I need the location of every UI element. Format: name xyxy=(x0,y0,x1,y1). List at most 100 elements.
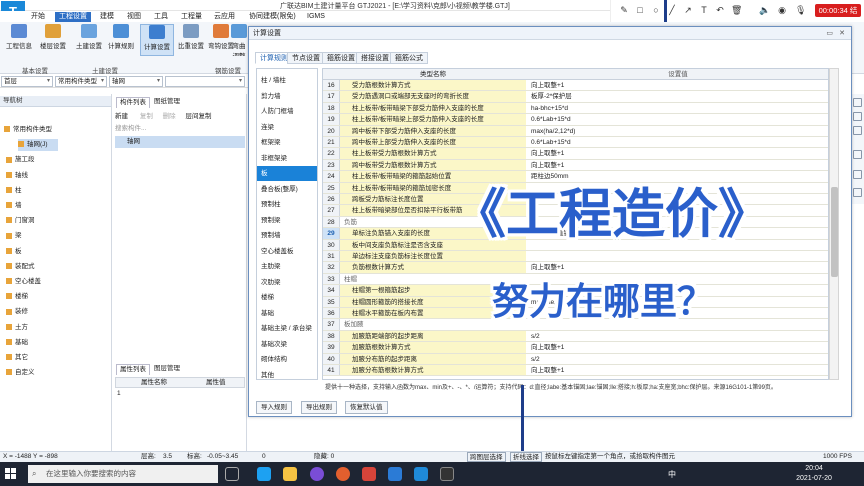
table-row[interactable]: 17 受力筋遇洞口或端部无支座时的弯折长度 板厚-2*保护层 xyxy=(323,91,828,103)
scrollbar-thumb[interactable] xyxy=(831,187,838,277)
category-item[interactable]: 基础主梁 / 承台梁 xyxy=(261,321,312,336)
tab-node-settings[interactable]: 节点设置 xyxy=(287,52,325,64)
table-row[interactable]: 31 单边标注支座负筋标注长度位置 xyxy=(323,251,828,263)
category-item[interactable]: 空心楼盖板 xyxy=(261,244,294,259)
copy-button[interactable]: 复制 xyxy=(140,113,153,120)
pen-icon[interactable]: ✎ xyxy=(619,5,629,15)
category-item[interactable]: 板 xyxy=(257,166,317,181)
rectangle-icon[interactable]: □ xyxy=(635,5,645,15)
text-icon[interactable]: T xyxy=(699,5,709,15)
menu-tools[interactable]: 工具 xyxy=(150,12,172,22)
tab-component-list[interactable]: 构件列表 xyxy=(116,97,150,108)
table-row[interactable]: 41 加腋分布筋根数计算方式 向上取整+1 xyxy=(323,365,828,377)
row-value[interactable]: 向上取整+1 xyxy=(528,148,828,158)
menu-collab[interactable]: 协同建模(限免) xyxy=(245,12,300,22)
type-select[interactable]: 常用构件类型 xyxy=(55,76,107,87)
row-value[interactable]: 向上取整+1 xyxy=(528,365,828,375)
zoom-icon[interactable] xyxy=(853,150,862,159)
extra-select[interactable] xyxy=(165,76,245,87)
polyline-select-button[interactable]: 折线选择 xyxy=(510,452,542,462)
volume-icon[interactable]: 🔈 xyxy=(759,5,770,15)
menu-quantities[interactable]: 工程量 xyxy=(177,12,206,22)
gtj-app-icon[interactable] xyxy=(414,467,428,481)
line-icon[interactable]: ╱ xyxy=(667,5,677,15)
category-item[interactable]: 人防门框墙 xyxy=(261,104,294,119)
table-row[interactable]: 32 负筋根数计算方式 向上取整+1 xyxy=(323,262,828,274)
import-rules-button[interactable]: 导入规则 xyxy=(256,401,292,414)
calc-rules-button[interactable]: 计算规则 xyxy=(104,24,138,56)
minimize-icon[interactable]: ▭ xyxy=(826,27,833,40)
row-value[interactable] xyxy=(528,251,828,261)
table-row[interactable]: 20 跨中板带下部受力筋伸入支座的长度 max(ha/2,12*d) xyxy=(323,125,828,137)
nav-item[interactable]: 自定义 xyxy=(6,367,106,379)
bend-adjust-button[interactable]: 弯曲调整值 xyxy=(230,24,248,56)
nav-item[interactable]: 其它 xyxy=(6,352,106,364)
table-row[interactable]: 39 加腋筋根数计算方式 向上取整+1 xyxy=(323,342,828,354)
civil-settings-button[interactable]: 土建设置 xyxy=(72,24,106,56)
row-value[interactable]: 向上取整+1 xyxy=(528,160,828,170)
row-value[interactable]: 0.6*Lab+15*d xyxy=(528,137,828,147)
row-value[interactable]: ha-bhc+15*d xyxy=(528,103,828,113)
nav-item[interactable]: 施工段 xyxy=(6,154,106,166)
camera-icon[interactable]: ◉ xyxy=(777,5,787,15)
circle-icon[interactable]: ○ xyxy=(651,5,661,15)
display-icon[interactable] xyxy=(853,126,862,135)
menu-start[interactable]: 开始 xyxy=(27,12,49,22)
menu-modeling[interactable]: 建模 xyxy=(96,12,118,22)
nav-item[interactable]: 门窗洞 xyxy=(6,215,106,227)
drawing-canvas[interactable] xyxy=(248,418,849,451)
grid-scrollbar[interactable] xyxy=(829,68,839,380)
nav-item[interactable]: 装修 xyxy=(6,306,106,318)
category-item[interactable]: 柱 / 墙柱 xyxy=(261,73,286,88)
new-button[interactable]: 新建 xyxy=(115,113,128,120)
export-rules-button[interactable]: 导出规则 xyxy=(301,401,337,414)
row-value[interactable]: 向上取整+1 xyxy=(528,80,828,90)
category-item[interactable]: 基础 xyxy=(261,306,274,321)
category-item[interactable]: 砌体结构 xyxy=(261,352,287,367)
delete-button[interactable]: 删除 xyxy=(163,113,176,120)
menu-project-settings[interactable]: 工程设置 xyxy=(55,12,91,22)
tab-layers[interactable]: 图层管理 xyxy=(151,364,183,375)
row-value[interactable]: 向上取整+1 xyxy=(528,262,828,272)
nav-item[interactable]: 装配式 xyxy=(6,261,106,273)
category-item[interactable]: 预制柱 xyxy=(261,197,281,212)
nav-item[interactable]: 板 xyxy=(6,246,106,258)
floor-settings-button[interactable]: 楼层设置 xyxy=(36,24,70,56)
tab-stirrup-settings[interactable]: 箍筋设置 xyxy=(322,52,360,64)
tab-stirrup-formula[interactable]: 箍筋公式 xyxy=(390,52,428,64)
tab-drawing-manage[interactable]: 图纸管理 xyxy=(151,97,183,108)
menu-igms[interactable]: IGMS xyxy=(303,12,329,22)
nav-item[interactable]: 柱 xyxy=(6,185,106,197)
trash-icon[interactable]: 🗑 xyxy=(731,5,742,15)
nav-item[interactable]: 常用构件类型 xyxy=(4,124,104,136)
row-value[interactable]: s/2 xyxy=(528,354,828,364)
category-item[interactable]: 预制墙 xyxy=(261,228,281,243)
row-value[interactable]: 向上取整+1 xyxy=(528,342,828,352)
project-info-button[interactable]: 工程信息 xyxy=(2,24,36,56)
app-purple-icon[interactable] xyxy=(310,467,324,481)
nav-item[interactable]: 梁 xyxy=(6,230,106,242)
row-value[interactable]: 0.6*Lab+15*d xyxy=(528,114,828,124)
category-item[interactable]: 框架梁 xyxy=(261,135,281,150)
nav-item[interactable]: 基础 xyxy=(6,337,106,349)
row-value[interactable]: max(ha/2,12*d) xyxy=(528,126,828,136)
nav-item[interactable]: 空心楼盖 xyxy=(6,276,106,288)
component-item[interactable]: 轴网 xyxy=(115,136,245,148)
nav-item[interactable]: 墙 xyxy=(6,200,106,212)
menu-cloud[interactable]: 云应用 xyxy=(210,12,239,22)
taskbar-search-input[interactable]: 在这里输入你要搜索的内容 xyxy=(28,465,218,483)
edge-icon[interactable] xyxy=(257,467,271,481)
table-row[interactable]: 19 柱上板带/板带暗梁上部受力筋伸入支座的长度 0.6*Lab+15*d xyxy=(323,114,828,126)
ime-indicator[interactable]: 中 xyxy=(668,469,676,480)
layer-icon[interactable] xyxy=(853,112,862,121)
table-row[interactable]: 18 柱上板带/板带暗梁下部受力筋伸入支座的长度 ha-bhc+15*d xyxy=(323,102,828,115)
table-row[interactable]: 23 跨中板带受力筋根数计算方式 向上取整+1 xyxy=(323,159,828,172)
restore-defaults-button[interactable]: 恢复默认值 xyxy=(345,401,388,414)
task-view-icon[interactable] xyxy=(225,467,239,481)
table-row[interactable]: 16 受力筋根数计算方式 向上取整+1 xyxy=(323,80,828,92)
nav-item[interactable]: 轴网(J) xyxy=(18,139,58,152)
category-item[interactable]: 主肋梁 xyxy=(261,259,281,274)
app-blue-icon[interactable] xyxy=(388,467,402,481)
rotate-icon[interactable] xyxy=(853,170,862,179)
calc-settings-button[interactable]: 计算设置 xyxy=(140,24,174,56)
